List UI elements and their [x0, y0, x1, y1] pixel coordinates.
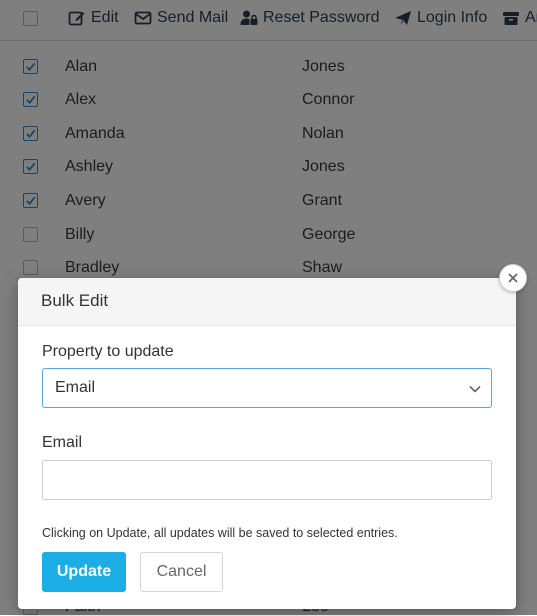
close-button[interactable] — [499, 264, 527, 292]
chevron-down-icon — [469, 382, 481, 400]
update-button[interactable]: Update — [42, 552, 126, 592]
email-label: Email — [42, 434, 83, 451]
property-select-value: Email — [55, 379, 96, 396]
close-icon — [508, 273, 518, 283]
cancel-button[interactable]: Cancel — [140, 552, 223, 592]
property-select[interactable]: Email — [42, 368, 492, 408]
modal-title: Bulk Edit — [41, 291, 109, 310]
email-field[interactable] — [42, 460, 492, 500]
property-label: Property to update — [42, 343, 174, 360]
page: Edit Send Mail Reset Password Login Info — [0, 0, 537, 615]
update-hint: Clicking on Update, all updates will be … — [42, 526, 398, 540]
modal-header: Bulk Edit — [18, 278, 516, 326]
